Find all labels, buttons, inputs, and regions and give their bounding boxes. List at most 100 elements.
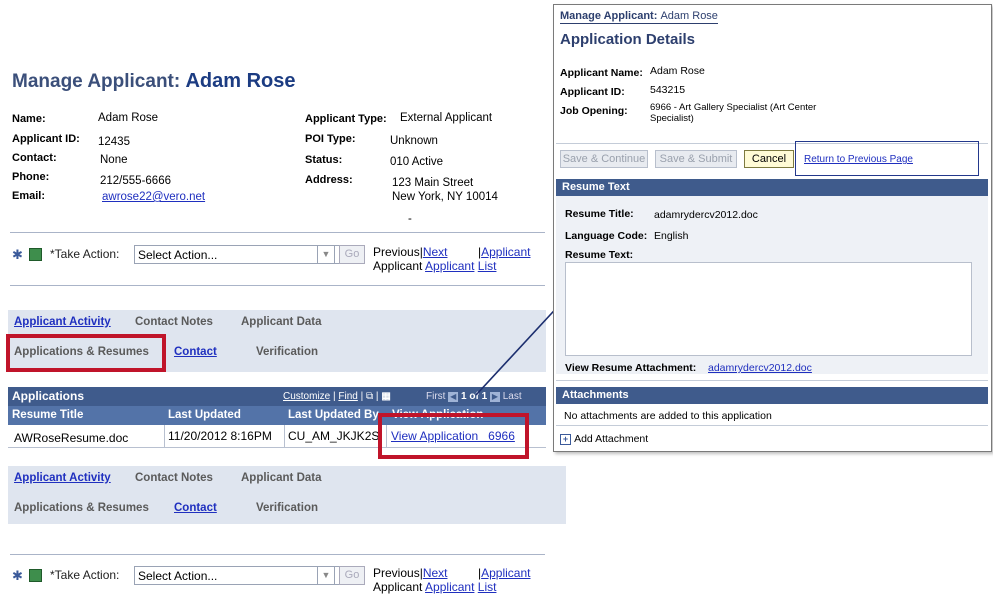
resume-title-label: Resume Title: xyxy=(565,208,634,220)
download-icon[interactable]: ▦ xyxy=(381,391,390,402)
save-submit-button[interactable]: Save & Submit xyxy=(655,150,737,168)
chevron-down-icon[interactable]: ▼ xyxy=(317,566,335,585)
save-continue-button[interactable]: Save & Continue xyxy=(560,150,648,168)
take-action-select-value: Select Action... xyxy=(138,248,218,262)
tab-applications-resumes[interactable]: Applications & Resumes xyxy=(14,502,149,514)
cell-resume-title: AWRoseResume.doc xyxy=(14,431,129,445)
status-label: Status: xyxy=(305,154,343,166)
go-button[interactable]: Go xyxy=(339,566,365,585)
tab-contact[interactable]: Contact xyxy=(174,346,217,358)
previous-label: Previous xyxy=(373,566,420,580)
divider xyxy=(556,425,988,426)
address-line2: New York, NY 10014 xyxy=(392,191,498,203)
personalize-icon[interactable]: ✱ xyxy=(12,247,23,263)
applicant-id-value: 543215 xyxy=(650,84,686,96)
save-icon[interactable] xyxy=(29,248,42,261)
resume-text-area[interactable] xyxy=(565,262,972,356)
email-label: Email: xyxy=(12,190,46,202)
take-action-label: *Take Action: xyxy=(50,247,120,261)
applicant-word: Applicant xyxy=(373,259,423,273)
attachments-header: Attachments xyxy=(556,387,988,404)
view-attachment-label: View Resume Attachment: xyxy=(565,362,697,374)
view-all-icon[interactable]: ⧉ xyxy=(366,391,373,402)
next-applicant-link[interactable]: Next xyxy=(423,245,448,259)
applicant-list-sep: |Applicant xyxy=(478,566,531,580)
application-details-panel: Manage Applicant: Adam Rose Application … xyxy=(553,4,992,452)
add-attachment-label[interactable]: Add Attachment xyxy=(574,433,648,445)
go-button[interactable]: Go xyxy=(339,245,365,264)
tab-applicant-data[interactable]: Applicant Data xyxy=(241,472,322,484)
address-line1: 123 Main Street xyxy=(392,177,474,189)
applicant-id-label: Applicant ID: xyxy=(12,133,80,145)
poi-type-label: POI Type: xyxy=(305,133,356,145)
language-code-label: Language Code: xyxy=(565,230,648,242)
applicant-name-title: Adam Rose xyxy=(185,70,296,92)
tab-applicant-data[interactable]: Applicant Data xyxy=(241,316,322,328)
find-link[interactable]: Find xyxy=(338,391,357,402)
cell-last-updated: 11/20/2012 8:16PM xyxy=(168,429,272,443)
applicant-id-value: 12435 xyxy=(98,136,130,148)
language-code-value: English xyxy=(654,230,689,242)
divider xyxy=(556,380,988,381)
applicant-list-link-top[interactable]: Applicant xyxy=(481,245,530,259)
applicant-id-label: Applicant ID: xyxy=(560,86,625,98)
address-line3: - xyxy=(408,213,412,225)
applications-title: Applications xyxy=(12,389,85,403)
add-attachment-row[interactable]: + Add Attachment xyxy=(560,433,648,445)
applicant-list-sep: |Applicant xyxy=(478,245,531,259)
resume-text-header: Resume Text xyxy=(556,179,988,196)
tab-contact-notes[interactable]: Contact Notes xyxy=(135,472,213,484)
next-applicant-link[interactable]: Next xyxy=(423,566,448,580)
previous-link-text: Previous|Next xyxy=(373,566,448,580)
grid-nav: Customize | Find | ⧉ | ▦ xyxy=(283,391,391,402)
tab-verification[interactable]: Verification xyxy=(256,502,318,514)
column-last-updated[interactable]: Last Updated xyxy=(168,409,241,421)
tab-verification[interactable]: Verification xyxy=(256,346,318,358)
applicant-type-label: Applicant Type: xyxy=(305,113,387,125)
plus-icon[interactable]: + xyxy=(560,434,571,445)
divider xyxy=(10,554,545,555)
email-link[interactable]: awrose22@vero.net xyxy=(102,191,205,203)
applicant-name-label: Applicant Name: xyxy=(560,67,643,79)
action-row: ✱ *Take Action: Select Action... ▼ Go Pr… xyxy=(12,245,547,275)
no-attachments-text: No attachments are added to this applica… xyxy=(564,410,772,422)
applicant-link[interactable]: Applicant xyxy=(425,259,474,273)
personalize-icon[interactable]: ✱ xyxy=(12,568,23,584)
job-opening-value: 6966 - Art Gallery Specialist (Art Cente… xyxy=(650,102,817,124)
address-label: Address: xyxy=(305,174,353,186)
list-link[interactable]: List xyxy=(478,580,497,594)
first-arrow-icon[interactable]: ◀ xyxy=(448,392,459,402)
resume-title-value: adamrydercv2012.doc xyxy=(654,209,758,221)
applicant-list-link-top[interactable]: Applicant xyxy=(481,566,530,580)
save-icon[interactable] xyxy=(29,569,42,582)
tab-bar-bottom: Applicant Activity Contact Notes Applica… xyxy=(8,466,566,524)
column-last-updated-by[interactable]: Last Updated By xyxy=(288,409,379,421)
page-title-prefix: Manage Applicant: xyxy=(12,71,181,92)
divider xyxy=(10,232,545,233)
cancel-button[interactable]: Cancel xyxy=(744,150,794,168)
cell-last-updated-by: CU_AM_JKJK2S xyxy=(288,429,380,443)
resume-attachment-link[interactable]: adamrydercv2012.doc xyxy=(708,362,812,374)
status-value: 010 Active xyxy=(390,156,444,168)
resume-text-label: Resume Text: xyxy=(565,249,634,261)
poi-type-value: Unknown xyxy=(390,135,438,147)
highlight-view-application xyxy=(378,413,529,459)
chevron-down-icon[interactable]: ▼ xyxy=(317,245,335,264)
applicant-label-row2: Applicant Applicant List xyxy=(373,580,496,594)
applicant-word: Applicant xyxy=(373,580,423,594)
breadcrumb-name: Adam Rose xyxy=(660,10,718,22)
tab-applicant-activity[interactable]: Applicant Activity xyxy=(14,316,111,328)
tab-contact-notes[interactable]: Contact Notes xyxy=(135,316,213,328)
previous-link-text: Previous|Next xyxy=(373,245,448,259)
take-action-label: *Take Action: xyxy=(50,568,120,582)
take-action-select-value: Select Action... xyxy=(138,569,218,583)
applicant-link[interactable]: Applicant xyxy=(425,580,474,594)
tab-contact[interactable]: Contact xyxy=(174,502,217,514)
column-resume-title[interactable]: Resume Title xyxy=(12,409,83,421)
action-row-bottom: ✱ *Take Action: Select Action... ▼ Go Pr… xyxy=(12,566,547,596)
breadcrumb: Manage Applicant: Adam Rose xyxy=(560,10,718,24)
contact-value: None xyxy=(100,154,128,166)
divider xyxy=(10,285,545,286)
customize-link[interactable]: Customize xyxy=(283,391,330,402)
tab-applicant-activity[interactable]: Applicant Activity xyxy=(14,472,111,484)
